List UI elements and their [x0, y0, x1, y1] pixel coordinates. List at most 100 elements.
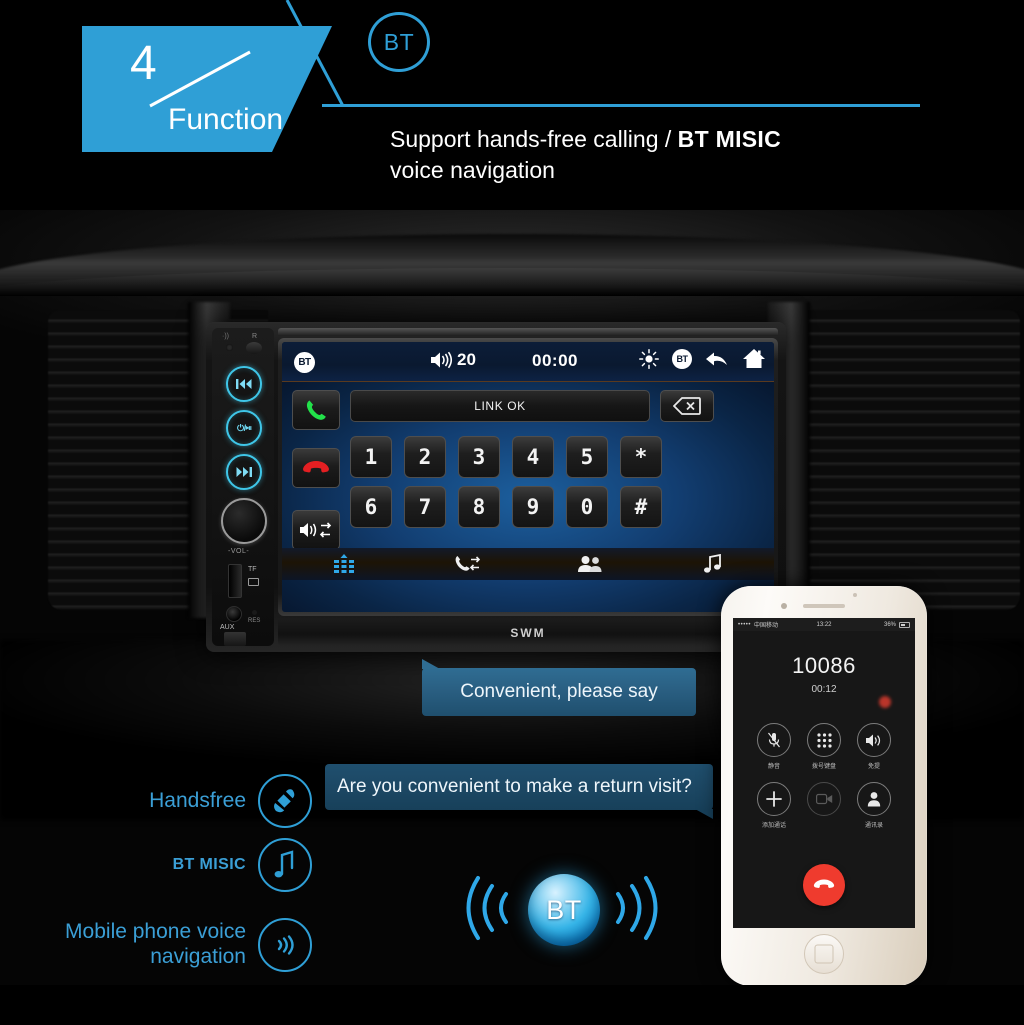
sound-wave-icon [277, 935, 294, 955]
carrier-label: 中国移动 [754, 623, 779, 629]
keypad-tab[interactable] [282, 554, 405, 574]
end-call-button[interactable] [803, 864, 845, 906]
usb-connector[interactable] [224, 632, 246, 646]
facetime-icon [815, 793, 832, 805]
key-2[interactable]: 2 [404, 436, 446, 478]
dialer-display-value: LINK OK [474, 399, 526, 413]
call-log-tab[interactable] [405, 555, 528, 573]
front-camera [781, 603, 787, 609]
key-9[interactable]: 9 [512, 486, 554, 528]
call-number: 10086 [792, 653, 856, 678]
bt-sphere: BT [528, 874, 600, 946]
handset-icon [274, 789, 295, 813]
end-call-button[interactable] [292, 448, 340, 488]
mute-cell[interactable]: 静音 [749, 723, 799, 770]
in-call-button-grid: 静音 拨号键盘 免提 添加通话 通讯录 [733, 723, 915, 829]
keypad-grid-icon [333, 554, 354, 573]
skip-previous-icon [236, 379, 252, 389]
key-4[interactable]: 4 [512, 436, 554, 478]
key-5[interactable]: 5 [566, 436, 608, 478]
contacts-icon [867, 792, 881, 807]
ir-sensor-icon [246, 342, 262, 354]
bt-music-tab[interactable] [651, 554, 774, 574]
status-clock: 00:00 [532, 351, 578, 370]
key-1[interactable]: 1 [350, 436, 392, 478]
feature-bt-music: BT MISIC [56, 838, 312, 892]
speaker-button[interactable] [857, 723, 891, 757]
feature-voice-navigation-icon-circle [258, 918, 312, 972]
contacts-tab[interactable] [528, 555, 651, 573]
bottom-bleed [0, 985, 1024, 1025]
volume-knob[interactable] [221, 498, 267, 544]
keypad-cell[interactable]: 拨号键盘 [799, 723, 849, 770]
smartphone: ••••• 中国移动 13:22 36% 10086 00:12 静音 拨号键盘… [721, 586, 927, 986]
wave-left-icon [466, 876, 508, 940]
backspace-icon [673, 397, 701, 415]
top-banner: 4 Function BT Support hands-free calling… [0, 0, 1024, 210]
screen-status-bar: BT 20 00:00 BT [282, 342, 774, 382]
key-3[interactable]: 3 [458, 436, 500, 478]
head-unit-screen: BT 2 0 00:00 BT LINK OK 1 2 3 4 5 * 6 7 8… [282, 342, 774, 612]
add-call-cell[interactable]: 添加通话 [749, 782, 799, 829]
bt-badge-label: BT [383, 28, 415, 55]
add-call-button[interactable] [757, 782, 791, 816]
contacts-button[interactable] [857, 782, 891, 816]
aux-label: AUX [220, 624, 235, 631]
volume-icon [431, 351, 453, 369]
air-vent-right [800, 310, 1020, 610]
brightness-icon[interactable] [639, 349, 659, 369]
audio-transfer-button[interactable] [292, 510, 340, 550]
battery-percent: 36% [883, 621, 896, 628]
call-transfer-icon [455, 556, 480, 571]
music-note-icon [703, 554, 721, 573]
feature-voice-navigation: Mobile phone voice navigation [26, 918, 312, 972]
dialer-display[interactable]: LINK OK [350, 390, 650, 422]
status-bt-right-icon[interactable]: BT [672, 349, 692, 369]
home-button[interactable] [804, 934, 844, 974]
feature-handsfree: Handsfree [56, 774, 312, 828]
back-arrow-icon[interactable] [705, 349, 729, 369]
speech-bubble-2: Are you convenient to make a return visi… [325, 764, 713, 819]
reset-button[interactable] [252, 610, 257, 615]
keypad-row-2: 6 7 8 9 0 # [350, 486, 662, 528]
banner-headline-bold: BT MISIC [677, 126, 782, 152]
dialer-panel: LINK OK 1 2 3 4 5 * 6 7 8 9 0 # [282, 382, 774, 580]
backspace-button[interactable] [660, 390, 714, 422]
ir-sensor-label: R [252, 333, 258, 340]
tf-card-slot[interactable] [228, 564, 242, 598]
key-star[interactable]: * [620, 436, 662, 478]
phone-clock: 13:22 [816, 621, 832, 628]
speech-bubble-2-text: Are you convenient to make a return visi… [337, 776, 692, 797]
proximity-sensor [853, 593, 857, 597]
aux-jack[interactable] [226, 606, 242, 622]
phone-screen: ••••• 中国移动 13:22 36% 10086 00:12 静音 拨号键盘… [733, 618, 915, 928]
previous-track-button[interactable] [226, 366, 262, 402]
key-6[interactable]: 6 [350, 486, 392, 528]
key-0[interactable]: 0 [566, 486, 608, 528]
signal-dots-icon: ••••• [738, 621, 752, 628]
reset-label: RES [248, 618, 261, 624]
end-call-icon [303, 461, 329, 473]
key-8[interactable]: 8 [458, 486, 500, 528]
key-7[interactable]: 7 [404, 486, 446, 528]
power-play-button[interactable]: ⏻/⏯ [226, 410, 262, 446]
feature-handsfree-label: Handsfree [149, 788, 246, 812]
mute-icon [768, 732, 780, 748]
speaker-cell[interactable]: 免提 [849, 723, 899, 770]
call-duration: 00:12 [811, 684, 837, 695]
key-hash[interactable]: # [620, 486, 662, 528]
answer-call-button[interactable] [292, 390, 340, 430]
brand-label: SWM [510, 626, 546, 640]
add-call-label: 添加通话 [761, 823, 786, 829]
mute-button[interactable] [757, 723, 791, 757]
home-icon[interactable] [742, 348, 766, 370]
keypad-button[interactable] [807, 723, 841, 757]
earpiece-speaker [803, 604, 845, 608]
banner-headline-second: voice navigation [390, 157, 555, 184]
next-track-button[interactable] [226, 454, 262, 490]
contacts-cell[interactable]: 通讯录 [849, 782, 899, 829]
volume-knob-label: -VOL- [228, 548, 250, 555]
speaker-icon [866, 734, 881, 746]
tf-card-icon [248, 578, 259, 586]
keypad-label: 拨号键盘 [811, 764, 836, 770]
